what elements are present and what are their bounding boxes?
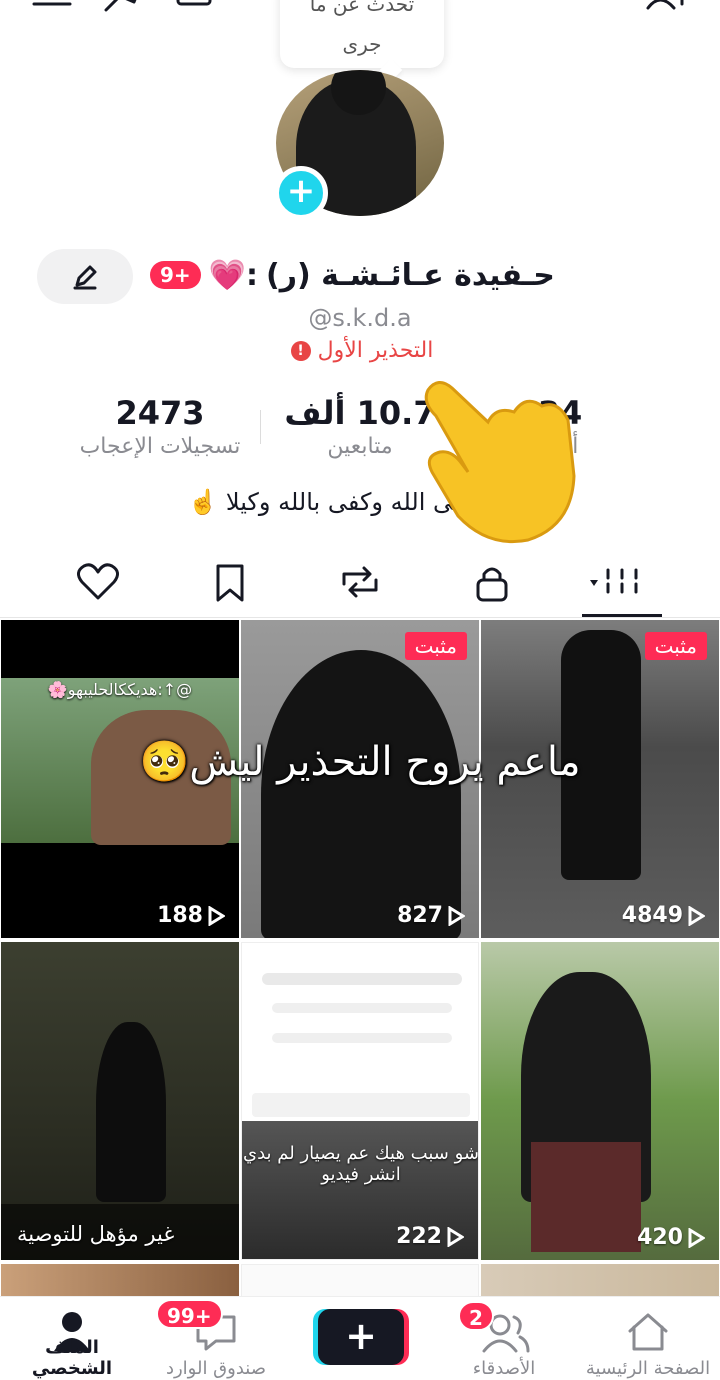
bottom-navigation: الصفحة الرئيسية 2 الأصدقاء + 99+ صندوق ا…	[0, 1296, 720, 1380]
nav-profile[interactable]: الملف الشخصي	[2, 1301, 142, 1380]
tab-reposts[interactable]	[336, 560, 384, 604]
share-icon[interactable]	[100, 0, 144, 20]
calendar-icon[interactable]	[172, 0, 216, 20]
edit-profile-button[interactable]	[37, 249, 133, 304]
warning-label[interactable]: التحذير الأول !	[0, 338, 720, 363]
notification-badge: 9+	[150, 261, 201, 289]
pointing-hand-icon	[424, 381, 576, 544]
tab-private[interactable]	[468, 560, 516, 604]
lock-icon	[476, 567, 508, 602]
grid-icon	[590, 568, 638, 594]
active-tab-indicator	[582, 614, 662, 617]
likes-count[interactable]: 2473	[60, 394, 260, 432]
play-icon	[448, 905, 465, 926]
add-friend-icon[interactable]	[644, 0, 688, 20]
view-count: 420	[637, 1225, 705, 1250]
profile-name-row: 9+ 💗: حـفيدة عـائـشـة (ر)	[150, 252, 570, 298]
home-icon	[628, 1313, 668, 1351]
video-thumbnail[interactable]: غير مؤهل للتوصية	[1, 942, 239, 1260]
nav-home[interactable]: الصفحة الرئيسية	[578, 1301, 718, 1380]
nav-inbox-label: صندوق الوارد	[165, 1358, 267, 1379]
create-button[interactable]: +	[318, 1309, 404, 1365]
tab-favorites[interactable]	[206, 560, 254, 604]
alert-icon: !	[290, 341, 311, 361]
stat-divider	[260, 410, 261, 444]
add-story-button[interactable]: +	[274, 166, 328, 220]
profile-tabs	[0, 548, 720, 618]
pinned-badge: مثبت	[644, 632, 707, 660]
nav-profile-label: الملف الشخصي	[31, 1337, 113, 1379]
view-count: 222	[396, 1224, 464, 1249]
inbox-badge: 99+	[156, 1299, 223, 1329]
nav-home-label: الصفحة الرئيسية	[585, 1358, 711, 1379]
view-count: 188	[157, 903, 225, 928]
friends-badge: 2	[458, 1301, 494, 1331]
tab-liked[interactable]	[74, 560, 122, 604]
video-top-text: @↑:هديككالحليبهو🌸	[47, 680, 193, 699]
profile-handle: @s.k.d.a	[308, 304, 412, 332]
repost-icon	[342, 566, 378, 598]
video-caption: غير مؤهل للتوصية	[17, 1222, 175, 1246]
video-thumbnail[interactable]: 420	[481, 942, 719, 1260]
likes-label: تسجيلات الإعجاب	[79, 434, 241, 459]
warning-text: التحذير الأول	[317, 338, 434, 363]
nav-friends[interactable]: 2 الأصدقاء	[434, 1301, 574, 1380]
menu-icon[interactable]	[30, 0, 74, 20]
nav-friends-label: الأصدقاء	[472, 1358, 536, 1379]
play-icon	[208, 905, 225, 926]
profile-name: حـفيدة عـائـشـة (ر)	[266, 257, 555, 293]
nav-inbox[interactable]: 99+ صندوق الوارد	[146, 1299, 286, 1380]
tab-videos[interactable]	[586, 560, 646, 604]
bookmark-icon	[216, 564, 244, 602]
profile-bio: توكل على الله وكفى بالله وكيلا ☝️	[188, 488, 532, 516]
status-bubble[interactable]: تحدث عن ما جرى	[280, 0, 444, 68]
pencil-icon	[73, 265, 97, 290]
bubble-line-1: تحدث عن ما	[309, 0, 415, 16]
view-count: 4849	[622, 903, 705, 928]
view-count: 827	[397, 903, 465, 928]
video-thumbnail[interactable]: شو سبب هيك عم يصيار لم بدي انشر فيديو 22…	[241, 942, 479, 1260]
video-overlay-text: ماعم يروح التحذير ليش🥺	[139, 739, 581, 785]
video-mini-caption: شو سبب هيك عم يصيار لم بدي انشر فيديو	[243, 1143, 479, 1185]
play-icon	[688, 905, 705, 926]
pinned-badge: مثبت	[404, 632, 467, 660]
heart-icon	[77, 563, 119, 600]
name-suffix: 💗:	[208, 257, 259, 293]
play-icon	[688, 1227, 705, 1248]
play-icon	[447, 1226, 464, 1247]
bubble-line-2: جرى	[342, 32, 382, 56]
